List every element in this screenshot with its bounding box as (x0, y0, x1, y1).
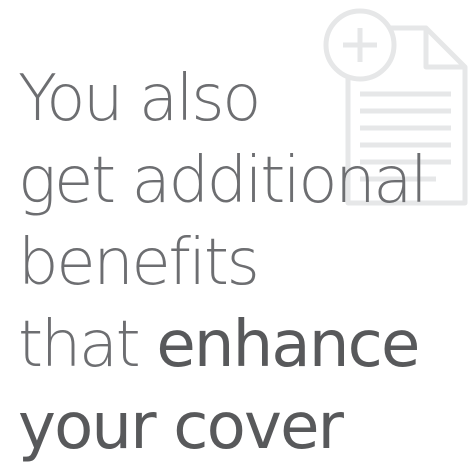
headline-line-4: that enhance (18, 304, 425, 386)
headline-line-4-regular: that (18, 308, 157, 382)
headline-line-2: get additional (18, 144, 428, 218)
headline-line-4-bold: enhance (156, 308, 420, 382)
headline-line-5: your cover (18, 390, 344, 464)
headline: You also get additional benefits that en… (18, 58, 428, 468)
headline-line-1: You also (18, 62, 261, 136)
headline-line-3: benefits (18, 226, 260, 300)
